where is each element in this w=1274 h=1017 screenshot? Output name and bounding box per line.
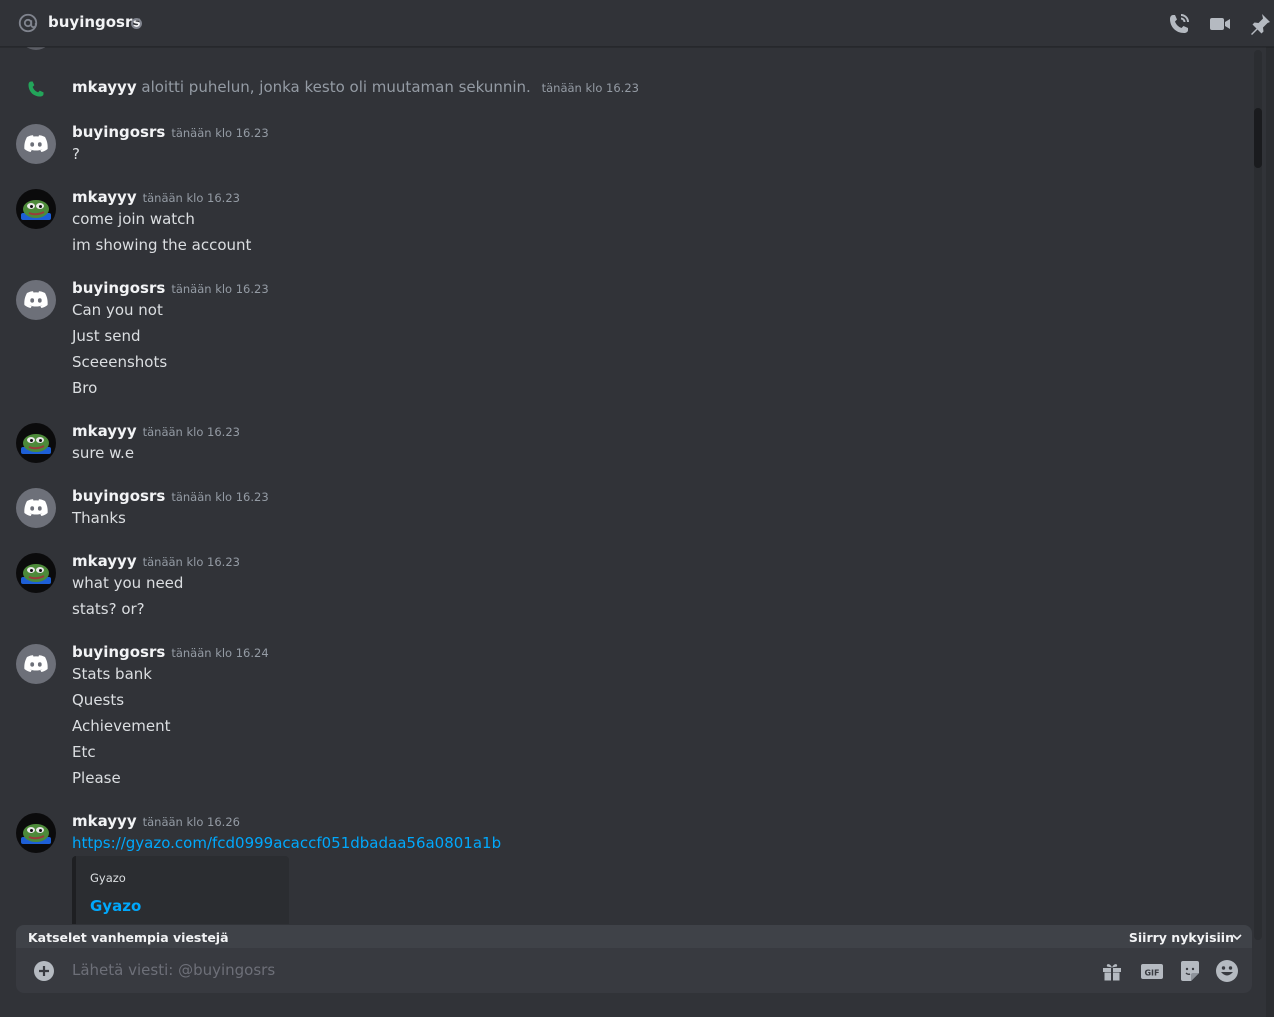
avatar[interactable] (16, 189, 56, 229)
username[interactable]: mkayyy (72, 552, 137, 570)
emoji-icon[interactable] (1215, 959, 1239, 983)
phone-icon (28, 81, 44, 97)
username[interactable]: mkayyy (72, 188, 137, 206)
system-message-call: mkayyy aloitti puhelun, jonka kesto oli … (0, 74, 1250, 104)
channel-title[interactable]: buyingosrs (48, 13, 141, 31)
avatar[interactable] (16, 280, 56, 320)
embed-title[interactable]: Gyazo (90, 897, 141, 915)
message-text: Please (72, 769, 121, 787)
message-group: buyingosrs tänään klo 16.24 Stats bank Qu… (0, 640, 1250, 790)
timestamp: tänään klo 16.24 (171, 646, 269, 660)
call-icon[interactable] (1167, 12, 1191, 36)
timestamp: tänään klo 16.23 (171, 126, 269, 140)
video-icon[interactable] (1208, 12, 1232, 36)
message-group: mkayyy tänään klo 16.23 what you need sta… (0, 549, 1250, 629)
svg-text:GIF: GIF (1144, 968, 1159, 977)
gif-icon[interactable]: GIF (1140, 959, 1164, 983)
username[interactable]: buyingosrs (72, 279, 165, 297)
username[interactable]: buyingosrs (72, 123, 165, 141)
discord-logo-icon (24, 135, 48, 152)
avatar[interactable] (16, 553, 56, 593)
jump-to-present-button[interactable]: Siirry nykyisiin (1129, 930, 1234, 945)
status-offline-icon (131, 18, 142, 29)
timestamp: tänään klo 16.23 (541, 81, 639, 95)
timestamp: tänään klo 16.23 (142, 191, 240, 205)
username-row: mkayyy tänään klo 16.23 (72, 422, 240, 440)
timestamp: tänään klo 16.23 (142, 555, 240, 569)
message-input[interactable]: Lähetä viesti: @buyingosrs (72, 961, 275, 979)
pepe-avatar-icon (21, 434, 51, 454)
message-group: buyingosrs tänään klo 16.23 Thanks (0, 484, 1250, 539)
message-group: buyingosrs tänään klo 16.23 Can you not J… (0, 276, 1250, 397)
pepe-avatar-icon (21, 200, 51, 220)
message-text: Achievement (72, 717, 171, 735)
avatar[interactable] (16, 644, 56, 684)
discord-logo-icon (24, 291, 48, 308)
message-text: Bro (72, 379, 98, 397)
timestamp: tänään klo 16.26 (142, 815, 240, 829)
message-group: buyingosrs tänään klo 16.23 ? (0, 120, 1250, 180)
scrollbar-track[interactable] (1254, 50, 1262, 940)
discord-logo-icon (24, 655, 48, 672)
call-text: aloitti puhelun, jonka kesto oli muutama… (141, 78, 531, 96)
discord-logo-icon (24, 499, 48, 516)
message-text: Thanks (72, 509, 126, 527)
at-icon (18, 13, 38, 33)
avatar[interactable] (16, 423, 56, 463)
message-link[interactable]: https://gyazo.com/fcd0999acaccf051dbadaa… (72, 834, 501, 852)
message-text: stats? or? (72, 600, 145, 618)
username-row: mkayyy tänään klo 16.23 (72, 552, 240, 570)
username[interactable]: buyingosrs (72, 487, 165, 505)
chevron-down-icon[interactable] (1232, 932, 1242, 942)
message-group: mkayyy tänään klo 16.23 sure w.e (0, 419, 1250, 474)
timestamp: tänään klo 16.23 (171, 282, 269, 296)
message-group: mkayyy tänään klo 16.26 https://gyazo.com… (0, 809, 1250, 924)
older-messages-text: Katselet vanhempia viestejä (28, 930, 229, 945)
message-text: ? (72, 145, 80, 163)
timestamp: tänään klo 16.23 (171, 490, 269, 504)
username-row: mkayyy tänään klo 16.26 (72, 812, 240, 830)
message-text: Just send (72, 327, 141, 345)
avatar[interactable] (16, 124, 56, 164)
embed-provider[interactable]: Gyazo (90, 871, 126, 885)
message-text: Sceeenshots (72, 353, 168, 371)
pepe-avatar-icon (21, 564, 51, 584)
username[interactable]: mkayyy (72, 812, 137, 830)
message-text: what you need (72, 574, 184, 592)
username-row: mkayyy tänään klo 16.23 (72, 188, 240, 206)
message-text: Quests (72, 691, 125, 709)
username[interactable]: buyingosrs (72, 643, 165, 661)
message-text: come join watch (72, 210, 195, 228)
avatar[interactable] (16, 488, 56, 528)
pin-icon[interactable] (1248, 12, 1272, 36)
channel-header: buyingosrs (0, 0, 1274, 47)
add-attachment-icon[interactable] (33, 960, 55, 982)
pepe-avatar-icon (21, 824, 51, 844)
avatar[interactable] (16, 813, 56, 853)
message-composer: Lähetä viesti: @buyingosrs GIF (16, 948, 1252, 993)
message-text: Can you not (72, 301, 163, 319)
sticker-icon[interactable] (1178, 959, 1202, 983)
gift-icon[interactable] (1100, 959, 1124, 983)
scrollbar-thumb[interactable] (1254, 108, 1262, 168)
username[interactable]: mkayyy (72, 78, 137, 96)
username-row: buyingosrs tänään klo 16.23 (72, 123, 269, 141)
message-text: Etc (72, 743, 96, 761)
username[interactable]: mkayyy (72, 422, 137, 440)
message-group: mkayyy tänään klo 16.23 come join watch i… (0, 185, 1250, 265)
timestamp: tänään klo 16.23 (142, 425, 240, 439)
message-text: sure w.e (72, 444, 135, 462)
username-row: buyingosrs tänään klo 16.23 (72, 279, 269, 297)
username-row: buyingosrs tänään klo 16.23 (72, 487, 269, 505)
message-text: Stats bank (72, 665, 152, 683)
username-row: buyingosrs tänään klo 16.24 (72, 643, 269, 661)
message-list: mkayyy aloitti puhelun, jonka kesto oli … (0, 46, 1254, 924)
outer-scrollbar[interactable] (1266, 46, 1274, 1017)
call-summary: mkayyy aloitti puhelun, jonka kesto oli … (72, 78, 639, 96)
message-text: im showing the account (72, 236, 252, 254)
link-embed: Gyazo Gyazo (72, 856, 289, 924)
